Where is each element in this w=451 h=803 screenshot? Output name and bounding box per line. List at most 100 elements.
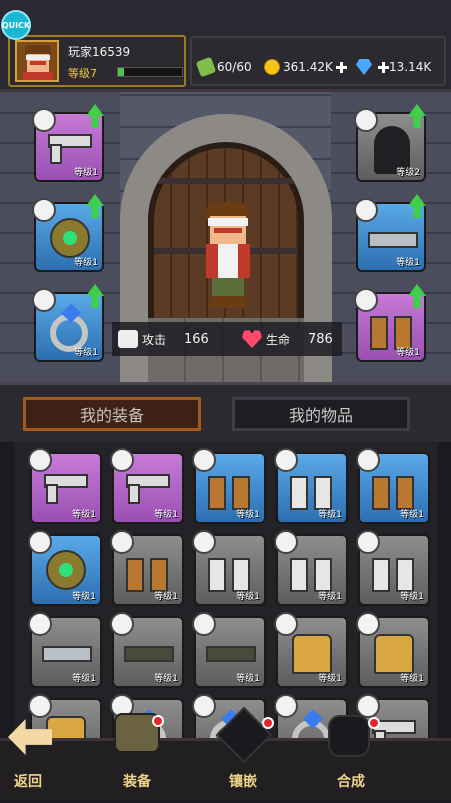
slot-level: 等级2	[396, 168, 420, 178]
inventory-item-boots-white[interactable]: 等级1	[356, 530, 430, 606]
boots-icon	[372, 476, 390, 510]
hp-label: 生命	[266, 332, 291, 347]
item-level: 等级1	[318, 592, 342, 602]
slot-level: 等级1	[396, 258, 420, 268]
gem-resource[interactable]: 13.14K	[356, 58, 431, 76]
item-level: 等级1	[236, 510, 260, 520]
inventory-item-boots-white[interactable]: 等级1	[192, 530, 266, 606]
xp-bar	[117, 67, 183, 77]
hero-character	[200, 202, 256, 312]
inventory-item-armor[interactable]: 等级1	[356, 612, 430, 688]
boots-icon	[370, 316, 388, 350]
inventory-item-boots-white[interactable]: 等级1	[274, 530, 348, 606]
inventory-item-belt-dark[interactable]: 等级1	[192, 612, 266, 688]
item-detail	[128, 484, 140, 504]
resource-panel: 60/60 361.42K 13.14K	[190, 36, 446, 86]
inventory-item-belt[interactable]: 等级1	[28, 612, 102, 688]
coin-resource[interactable]: 361.42K	[264, 58, 347, 76]
gem-icon	[356, 59, 372, 75]
item-level: 等级1	[236, 674, 260, 684]
item-detail	[396, 558, 414, 592]
inventory-item-amulet[interactable]: 等级1	[28, 530, 102, 606]
nav-back[interactable]: 返回	[0, 719, 90, 803]
item-type-icon	[356, 448, 380, 472]
armor-icon	[374, 634, 414, 674]
inventory-item-boots-brown[interactable]: 等级1	[110, 530, 184, 606]
add-gems-icon[interactable]	[378, 61, 389, 73]
gem-value: 13.14K	[389, 60, 432, 74]
item-type-icon	[274, 694, 298, 718]
amulet-slot-type-icon	[32, 198, 56, 222]
character-scene: 等级1 等级1 等级1 等级2 等级1 等级1 攻击 166 生命 786	[0, 92, 451, 382]
belt-icon	[368, 232, 418, 248]
item-detail	[396, 476, 414, 510]
slot-level: 等级1	[74, 168, 98, 178]
energy-resource[interactable]: 60/60	[195, 56, 252, 78]
tab-my-items[interactable]: 我的物品	[232, 397, 410, 431]
attack-stat: 攻击 166	[118, 330, 209, 348]
item-type-icon	[274, 448, 298, 472]
item-level: 等级1	[400, 510, 424, 520]
item-type-icon	[274, 612, 298, 636]
inventory-item-pistol[interactable]: 等级1	[28, 448, 102, 524]
boots-slot[interactable]: 等级1	[354, 284, 426, 362]
nav-socket[interactable]: 镶嵌	[198, 706, 288, 803]
nav-back-label: 返回	[14, 774, 42, 790]
item-level: 等级1	[72, 510, 96, 520]
player-level: 等级7	[68, 67, 97, 80]
slot-level: 等级1	[396, 348, 420, 358]
notification-dot	[152, 715, 164, 727]
boots-icon	[372, 558, 390, 592]
item-type-icon	[192, 612, 216, 636]
item-level: 等级1	[72, 674, 96, 684]
notification-dot	[368, 717, 380, 729]
xp-bar-fill	[118, 68, 125, 76]
inventory-item-armor[interactable]: 等级1	[274, 612, 348, 688]
item-detail	[232, 558, 250, 592]
belt-slot[interactable]: 等级1	[354, 194, 426, 272]
player-card[interactable]: 玩家16539 等级7	[8, 35, 186, 87]
boots-icon	[208, 476, 226, 510]
tab-my-equipment[interactable]: 我的装备	[23, 397, 201, 431]
item-type-icon	[192, 530, 216, 554]
heart-icon	[242, 330, 262, 348]
item-type-icon	[356, 612, 380, 636]
item-type-icon	[28, 694, 52, 718]
hp-value: 786	[308, 331, 333, 347]
inventory-item-pistol[interactable]: 等级1	[110, 448, 184, 524]
inventory-item-belt-dark[interactable]: 等级1	[110, 612, 184, 688]
ring-slot-type-icon	[32, 288, 56, 312]
item-level: 等级1	[318, 510, 342, 520]
belt-icon	[42, 646, 92, 662]
nav-equip[interactable]: 装备	[92, 713, 182, 803]
coin-icon	[264, 59, 280, 75]
item-type-icon	[192, 694, 216, 718]
item-level: 等级1	[154, 674, 178, 684]
attack-value: 166	[184, 331, 209, 347]
forge-icon	[328, 715, 370, 757]
slot-level: 等级1	[74, 348, 98, 358]
boots-icon	[208, 558, 226, 592]
item-type-icon	[28, 530, 52, 554]
ring-slot[interactable]: 等级1	[32, 284, 104, 362]
nav-forge[interactable]: 合成	[306, 715, 396, 803]
item-level: 等级1	[154, 592, 178, 602]
item-type-icon	[28, 448, 52, 472]
add-coins-icon[interactable]	[335, 61, 347, 73]
inventory-item-boots-brown[interactable]: 等级1	[192, 448, 266, 524]
cloak-slot-type-icon	[354, 108, 378, 132]
amulet-slot[interactable]: 等级1	[32, 194, 104, 272]
tabs-area: 我的装备 我的物品	[0, 382, 451, 442]
coin-value: 361.42K	[283, 60, 333, 74]
quick-button[interactable]: QUICK	[1, 10, 31, 40]
slot-level: 等级1	[74, 258, 98, 268]
weapon-slot[interactable]: 等级1	[32, 104, 104, 182]
inventory-item-boots-white[interactable]: 等级1	[274, 448, 348, 524]
player-avatar[interactable]	[15, 40, 59, 82]
boots-icon	[290, 476, 308, 510]
cloak-slot[interactable]: 等级2	[354, 104, 426, 182]
inventory-grid: 等级1 等级1 等级1 等级1 等级1 等级1 等级1 等级1 等级1 等级1 等级1 等级1 等级1 等…	[14, 442, 437, 742]
item-level: 等级1	[318, 674, 342, 684]
stats-bar: 攻击 166 生命 786	[112, 322, 342, 356]
inventory-item-boots-brown[interactable]: 等级1	[356, 448, 430, 524]
